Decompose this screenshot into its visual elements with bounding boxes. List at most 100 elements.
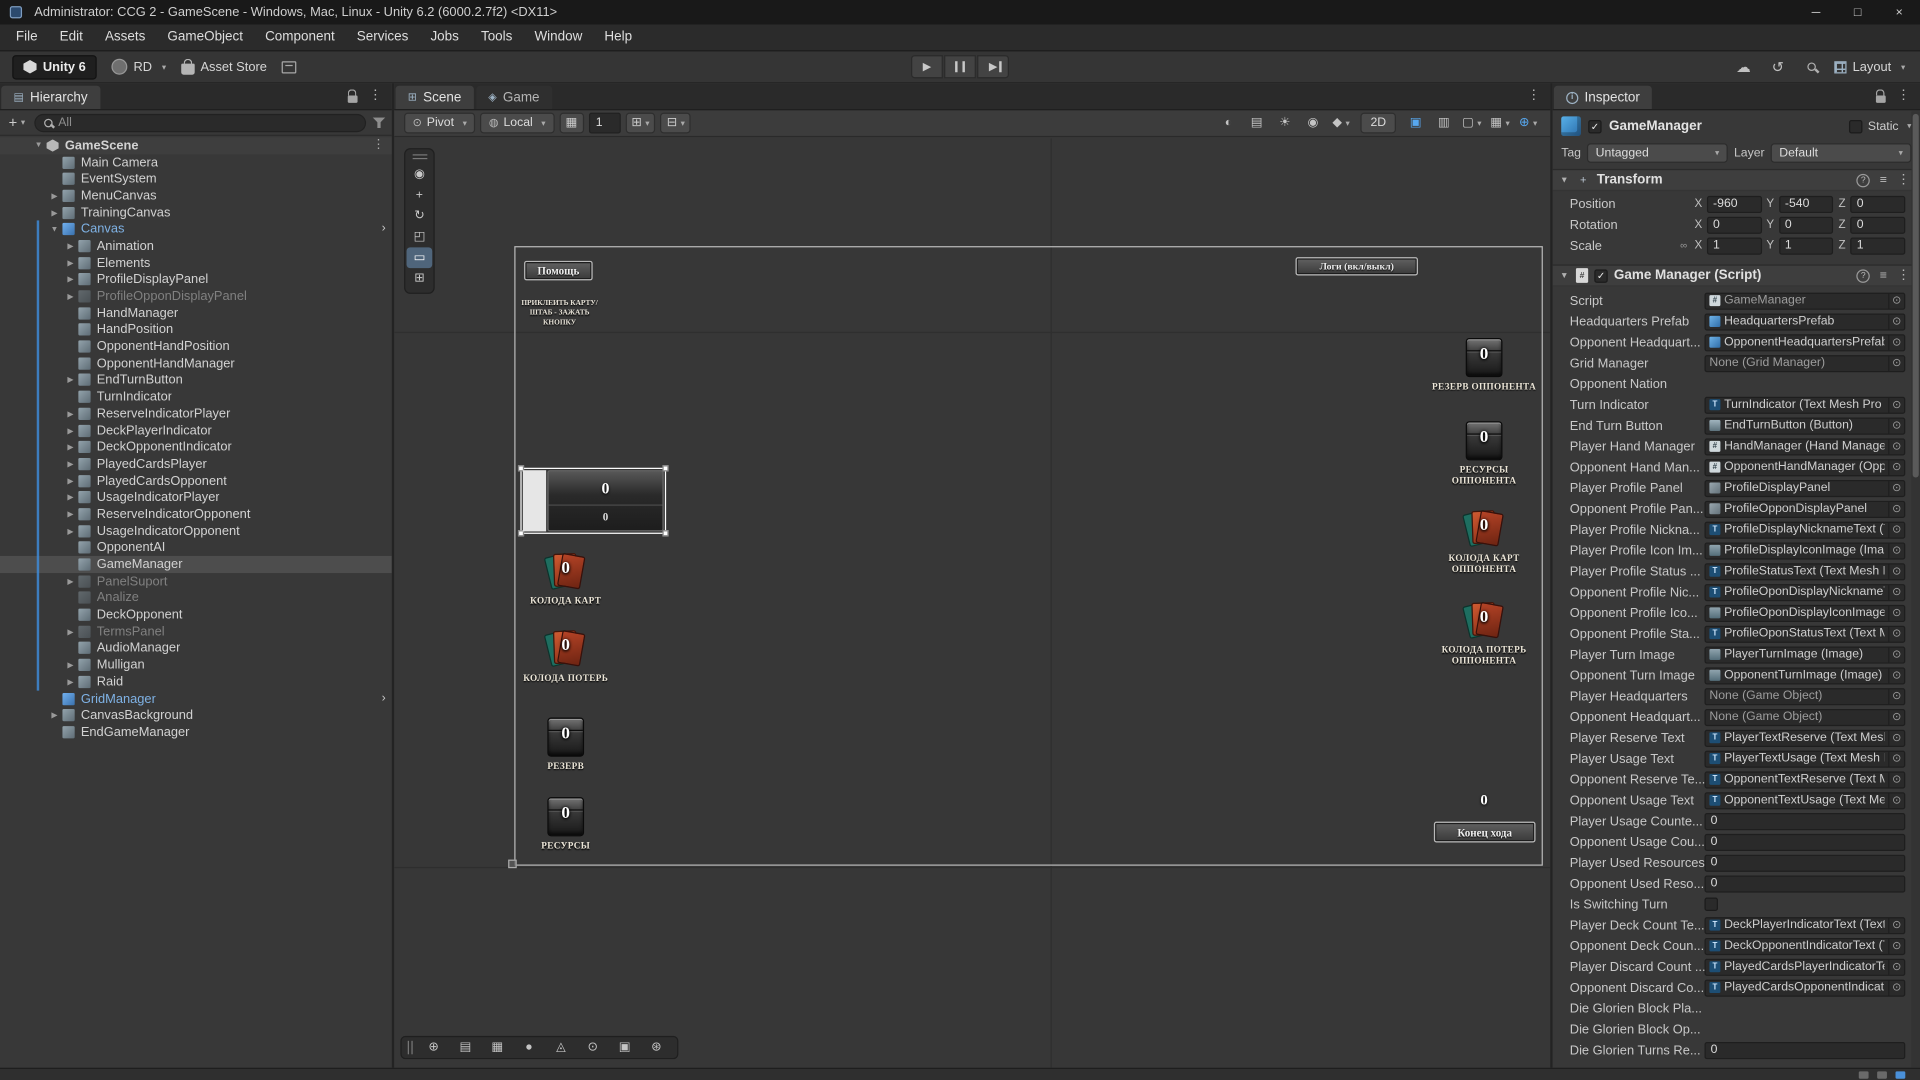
foldout-closed-icon[interactable]: ▶ xyxy=(64,493,77,503)
inspector-tab[interactable]: i Inspector xyxy=(1554,86,1652,109)
create-object-button[interactable]: + ▾ xyxy=(6,114,27,131)
object-picker-icon[interactable]: ⊙ xyxy=(1888,918,1904,933)
hierarchy-menu-icon[interactable]: ⋮ xyxy=(369,89,382,102)
hierarchy-item-deckopponent[interactable]: DeckOpponent xyxy=(0,606,392,623)
object-field[interactable]: TurnIndicator (Text Mesh Pro UGUI)⊙ xyxy=(1704,396,1905,413)
hierarchy-item-playedcardsplayer[interactable]: ▶PlayedCardsPlayer xyxy=(0,456,392,473)
presets-icon[interactable]: ≡ xyxy=(1880,269,1887,282)
object-picker-icon[interactable]: ⊙ xyxy=(1888,959,1904,974)
script-component-header[interactable]: ▼ # Game Manager (Script) ? ≡ ⋮ xyxy=(1553,264,1920,286)
object-field[interactable]: PlayedCardsOpponentIndicatorText (Text M… xyxy=(1704,979,1905,996)
rect-tool[interactable]: ▭ xyxy=(407,247,433,268)
prefab-icon[interactable]: ▣ xyxy=(610,1038,639,1056)
object-picker-icon[interactable]: ⊙ xyxy=(1888,460,1904,475)
hierarchy-item-animation[interactable]: ▶Animation xyxy=(0,238,392,255)
hierarchy-item-analize[interactable]: Analize xyxy=(0,590,392,607)
static-checkbox[interactable] xyxy=(1850,119,1863,132)
minimize-button[interactable]: ─ xyxy=(1795,0,1837,24)
foldout-closed-icon[interactable]: ▶ xyxy=(64,576,77,586)
object-field[interactable]: PlayerTextReserve (Text Mesh Pro UGUI)⊙ xyxy=(1704,729,1905,746)
status-console-icon[interactable] xyxy=(1896,1071,1906,1078)
gameobject-name-field[interactable]: GameManager xyxy=(1609,119,1842,134)
grid-size-field[interactable]: 1 xyxy=(588,113,620,134)
foldout-open-icon[interactable]: ▼ xyxy=(32,141,45,150)
hierarchy-item-menucanvas[interactable]: ▶MenuCanvas xyxy=(0,187,392,204)
opponent-pile-3[interactable]: 0КОЛОДА КАРТ ОППОНЕНТА xyxy=(1429,507,1539,574)
hierarchy-item-opponentai[interactable]: OpponentAI xyxy=(0,539,392,556)
object-field[interactable]: OpponentTurnImage (Image)⊙ xyxy=(1704,667,1905,684)
menu-file[interactable]: File xyxy=(5,24,49,50)
menu-tools[interactable]: Tools xyxy=(470,24,523,50)
maximize-button[interactable]: □ xyxy=(1837,0,1879,24)
object-picker-icon[interactable]: ⊙ xyxy=(1888,585,1904,600)
end-turn-game-button[interactable]: Конец хода xyxy=(1434,822,1536,843)
object-picker-icon[interactable]: ⊙ xyxy=(1888,689,1904,704)
component-menu-icon[interactable]: ⋮ xyxy=(1897,269,1910,282)
foldout-closed-icon[interactable]: ▶ xyxy=(64,442,77,452)
foldout-closed-icon[interactable]: ▶ xyxy=(64,426,77,436)
component-select-icon[interactable]: ▥ xyxy=(1431,113,1455,134)
object-picker-icon[interactable]: ⊙ xyxy=(1888,335,1904,350)
object-field[interactable]: ProfileOponDisplayIconImage (Image)⊙ xyxy=(1704,604,1905,621)
scene-viewport[interactable]: Помощь Логи (вкл/выкл) ПРИКЛЕИТЬ КАРТУ/Ш… xyxy=(394,138,1550,1067)
presets-icon[interactable]: ≡ xyxy=(1880,173,1887,186)
gizmos-toggle-icon[interactable]: ⊕▾ xyxy=(1516,113,1540,134)
object-field[interactable]: OpponentTextReserve (Text Mesh Pro UGUI)… xyxy=(1704,771,1905,788)
snap-move-icon[interactable]: ⊟▾ xyxy=(661,113,691,134)
object-picker-icon[interactable]: ⊙ xyxy=(1888,418,1904,433)
rect-tool-pivot-handle[interactable] xyxy=(508,860,517,869)
hierarchy-item-endgamemanager[interactable]: EndGameManager xyxy=(0,724,392,741)
logs-toggle-game-button[interactable]: Логи (вкл/выкл) xyxy=(1296,257,1418,275)
object-field[interactable]: OpponentHeadquartersPrefab⊙ xyxy=(1704,334,1905,351)
foldout-closed-icon[interactable]: ▶ xyxy=(64,526,77,536)
ui-builder-icon[interactable]: ▤ xyxy=(451,1038,480,1056)
object-field[interactable]: OpponentTextUsage (Text Mesh Pro UGUI)⊙ xyxy=(1704,792,1905,809)
object-field[interactable]: HeadquartersPrefab⊙ xyxy=(1704,313,1905,330)
player-pile-3[interactable]: 0РЕЗЕРВ xyxy=(511,715,621,771)
number-field[interactable]: 0 xyxy=(1704,812,1905,829)
scale-y-field[interactable]: 1 xyxy=(1779,237,1834,254)
foldout-closed-icon[interactable]: ▶ xyxy=(64,627,77,637)
number-field[interactable]: 0 xyxy=(1704,854,1905,871)
effects-icon[interactable]: ◆▾ xyxy=(1329,113,1353,134)
search-filter-icon[interactable] xyxy=(372,117,385,128)
object-picker-icon[interactable]: ⊙ xyxy=(1888,751,1904,766)
object-picker-icon[interactable]: ⊙ xyxy=(1888,522,1904,537)
menu-jobs[interactable]: Jobs xyxy=(419,24,470,50)
object-field[interactable]: PlayerTextUsage (Text Mesh Pro UGUI)⊙ xyxy=(1704,750,1905,767)
object-field[interactable]: EndTurnButton (Button)⊙ xyxy=(1704,417,1905,434)
foldout-closed-icon[interactable]: ▶ xyxy=(64,677,77,687)
position-x-field[interactable]: -960 xyxy=(1707,195,1762,212)
hierarchy-item-gamemanager[interactable]: GameManager xyxy=(0,556,392,573)
foldout-closed-icon[interactable]: ▶ xyxy=(64,375,77,385)
inspector-menu-icon[interactable]: ⋮ xyxy=(1897,89,1910,102)
status-process-icon[interactable] xyxy=(1877,1071,1887,1078)
grid-visibility-icon[interactable]: ▦▾ xyxy=(1488,113,1512,134)
hierarchy-item-deckplayerindicator[interactable]: ▶DeckPlayerIndicator xyxy=(0,422,392,439)
object-field[interactable]: ProfileDisplayIconImage (Image)⊙ xyxy=(1704,542,1905,559)
scale-link-icon[interactable]: ∞ xyxy=(1678,240,1690,251)
mode-2d-button[interactable]: 2D xyxy=(1361,113,1396,134)
rotate-tool[interactable]: ↻ xyxy=(407,206,433,227)
scene-menu-icon[interactable]: ⋮ xyxy=(1527,89,1540,102)
hierarchy-item-usageindicatorplayer[interactable]: ▶UsageIndicatorPlayer xyxy=(0,489,392,506)
object-picker-icon[interactable]: ⊙ xyxy=(1888,356,1904,371)
foldout-closed-icon[interactable]: ▶ xyxy=(64,409,77,419)
menu-gameobject[interactable]: GameObject xyxy=(156,24,254,50)
hierarchy-item-main-camera[interactable]: Main Camera xyxy=(0,154,392,171)
object-picker-icon[interactable]: ⊙ xyxy=(1888,314,1904,329)
object-field[interactable]: ProfileDisplayPanel⊙ xyxy=(1704,479,1905,496)
number-field[interactable]: 0 xyxy=(1704,875,1905,892)
tool-handle-pivot-dropdown[interactable]: ⊙ Pivot ▾ xyxy=(404,113,475,134)
number-field[interactable]: 0 xyxy=(1704,833,1905,850)
hierarchy-item-reserveindicatoropponent[interactable]: ▶ReserveIndicatorOpponent xyxy=(0,506,392,523)
foldout-closed-icon[interactable]: ▶ xyxy=(48,208,61,218)
hierarchy-item-audiomanager[interactable]: AudioManager xyxy=(0,640,392,657)
layout-dropdown[interactable]: Layout ▾ xyxy=(1834,59,1905,74)
scale-z-field[interactable]: 1 xyxy=(1851,237,1906,254)
object-field[interactable]: None (Game Object)⊙ xyxy=(1704,708,1905,725)
help-game-button[interactable]: Помощь xyxy=(524,261,593,281)
rotation-y-field[interactable]: 0 xyxy=(1779,216,1834,233)
foldout-closed-icon[interactable]: ▶ xyxy=(64,241,77,251)
foldout-closed-icon[interactable]: ▶ xyxy=(48,191,61,201)
